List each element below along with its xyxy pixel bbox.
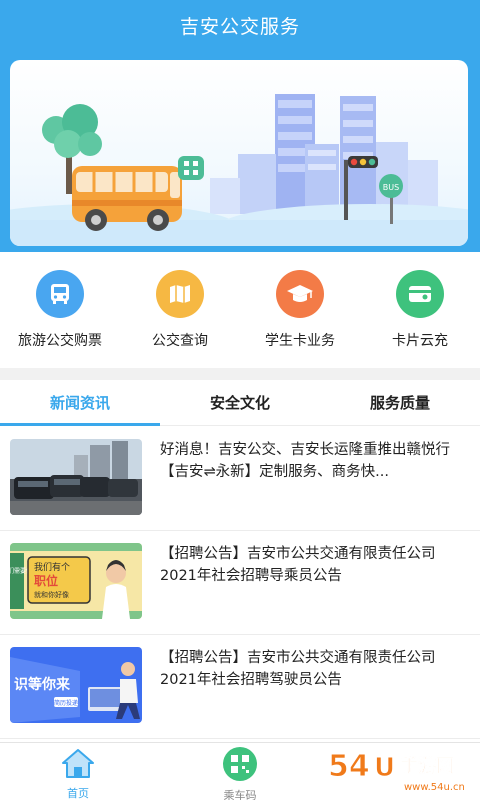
news-item[interactable]: 好消息！吉安公交、吉安长运隆重推出赣悦行【吉安⇌永新】定制服务、商务快...	[0, 427, 480, 531]
tab-safety-culture[interactable]: 安全文化	[160, 380, 320, 426]
city-bus-illustration: BUS	[10, 94, 468, 246]
svg-text:我们有个: 我们有个	[34, 561, 70, 573]
svg-text:BUS: BUS	[383, 183, 399, 192]
map-icon	[156, 270, 204, 318]
news-thumbnail-drivers: 识等你来 简历投递	[10, 647, 142, 723]
news-title: 【招聘公告】吉安市公共交通有限责任公司2021年社会招聘驾驶员公告	[160, 650, 436, 688]
news-thumbnail-recruitment: 我们需要你 我们有个 职位 就和你好像	[10, 543, 142, 619]
svg-text:职位: 职位	[34, 573, 58, 588]
bus-icon	[36, 270, 84, 318]
site-watermark: 54 U 手游网 www.54u.cn	[326, 742, 476, 796]
news-title: 好消息！吉安公交、吉安长运隆重推出赣悦行【吉安⇌永新】定制服务、商务快...	[160, 442, 450, 480]
tab-ride-code[interactable]: 乘车码	[195, 747, 285, 800]
svg-text:简历投递: 简历投递	[54, 699, 78, 707]
qr-code-icon	[223, 747, 257, 781]
header: 吉安公交服务 BUS	[0, 0, 480, 252]
news-item[interactable]: 识等你来 简历投递 【招聘公告】吉安市公共交通有限责任公司2021年社会招聘驾驶…	[0, 635, 480, 739]
news-title: 【招聘公告】吉安市公共交通有限责任公司2021年社会招聘导乘员公告	[160, 546, 436, 584]
service-bus-query[interactable]: 公交查询	[120, 270, 240, 350]
svg-text:就和你好像: 就和你好像	[34, 590, 69, 599]
news-item[interactable]: 我们需要你 我们有个 职位 就和你好像 【招聘公告】吉安市公共交通有限责任公司2…	[0, 531, 480, 635]
news-thumbnail-vehicles	[10, 439, 142, 515]
tab-news[interactable]: 新闻资讯	[0, 380, 160, 426]
home-icon	[62, 749, 94, 778]
tab-service-quality[interactable]: 服务质量	[320, 380, 480, 426]
card-icon	[396, 270, 444, 318]
service-student-card[interactable]: 学生卡业务	[240, 270, 360, 350]
active-tab-indicator	[0, 423, 160, 426]
page-title: 吉安公交服务	[179, 16, 300, 38]
service-card-cloud-recharge[interactable]: 卡片云充	[360, 270, 480, 350]
graduation-cap-icon	[276, 270, 324, 318]
service-shortcuts: 旅游公交购票 公交查询 学生卡业务 卡片云充	[0, 256, 480, 366]
svg-text:手游网: 手游网	[400, 755, 454, 777]
svg-text:www.54u.cn: www.54u.cn	[404, 782, 465, 793]
section-divider	[0, 368, 480, 380]
tab-home[interactable]: 首页	[33, 747, 123, 800]
service-tourist-bus-tickets[interactable]: 旅游公交购票	[0, 270, 120, 350]
banner-carousel[interactable]: BUS	[10, 60, 468, 246]
news-tabs: 新闻资讯 安全文化 服务质量	[0, 380, 480, 426]
svg-text:54: 54	[328, 749, 370, 784]
svg-text:U: U	[374, 753, 395, 783]
svg-text:识等你来: 识等你来	[14, 676, 71, 693]
